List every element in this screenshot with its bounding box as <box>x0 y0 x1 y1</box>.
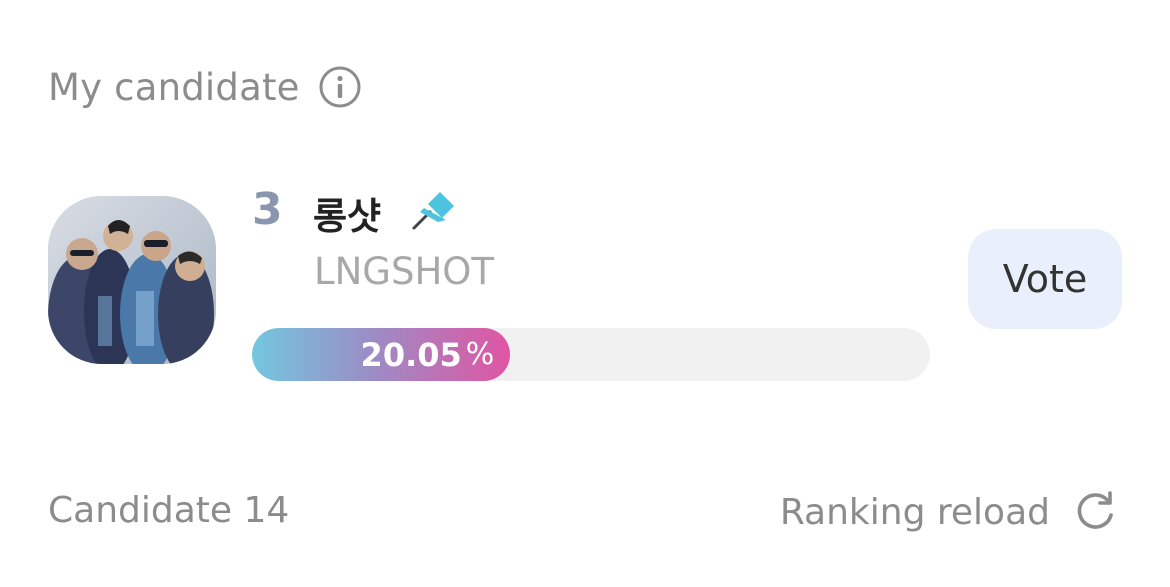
candidate-name-english: LNGSHOT <box>314 250 494 293</box>
refresh-icon[interactable] <box>1072 489 1118 535</box>
rank-number: 3 <box>252 184 283 235</box>
vote-progress-fill: 20.05 % <box>252 328 511 381</box>
vote-button[interactable]: Vote <box>968 229 1122 329</box>
info-icon[interactable] <box>318 65 362 109</box>
vote-progress-bar: 20.05 % <box>252 328 930 381</box>
ranking-reload-label: Ranking reload <box>779 491 1050 533</box>
group-photo-avatar <box>48 196 216 364</box>
candidate-name-korean: 롱샷 <box>313 195 382 238</box>
section-header: My candidate <box>48 62 362 112</box>
candidate-count: Candidate 14 <box>48 490 290 531</box>
pin-icon <box>410 188 460 232</box>
avatar <box>48 196 216 364</box>
ranking-reload-button[interactable]: Ranking reload <box>780 484 1118 540</box>
section-title: My candidate <box>48 65 300 109</box>
vote-percentage: 20.05 <box>360 335 462 374</box>
vote-percentage-unit: % <box>465 337 495 372</box>
